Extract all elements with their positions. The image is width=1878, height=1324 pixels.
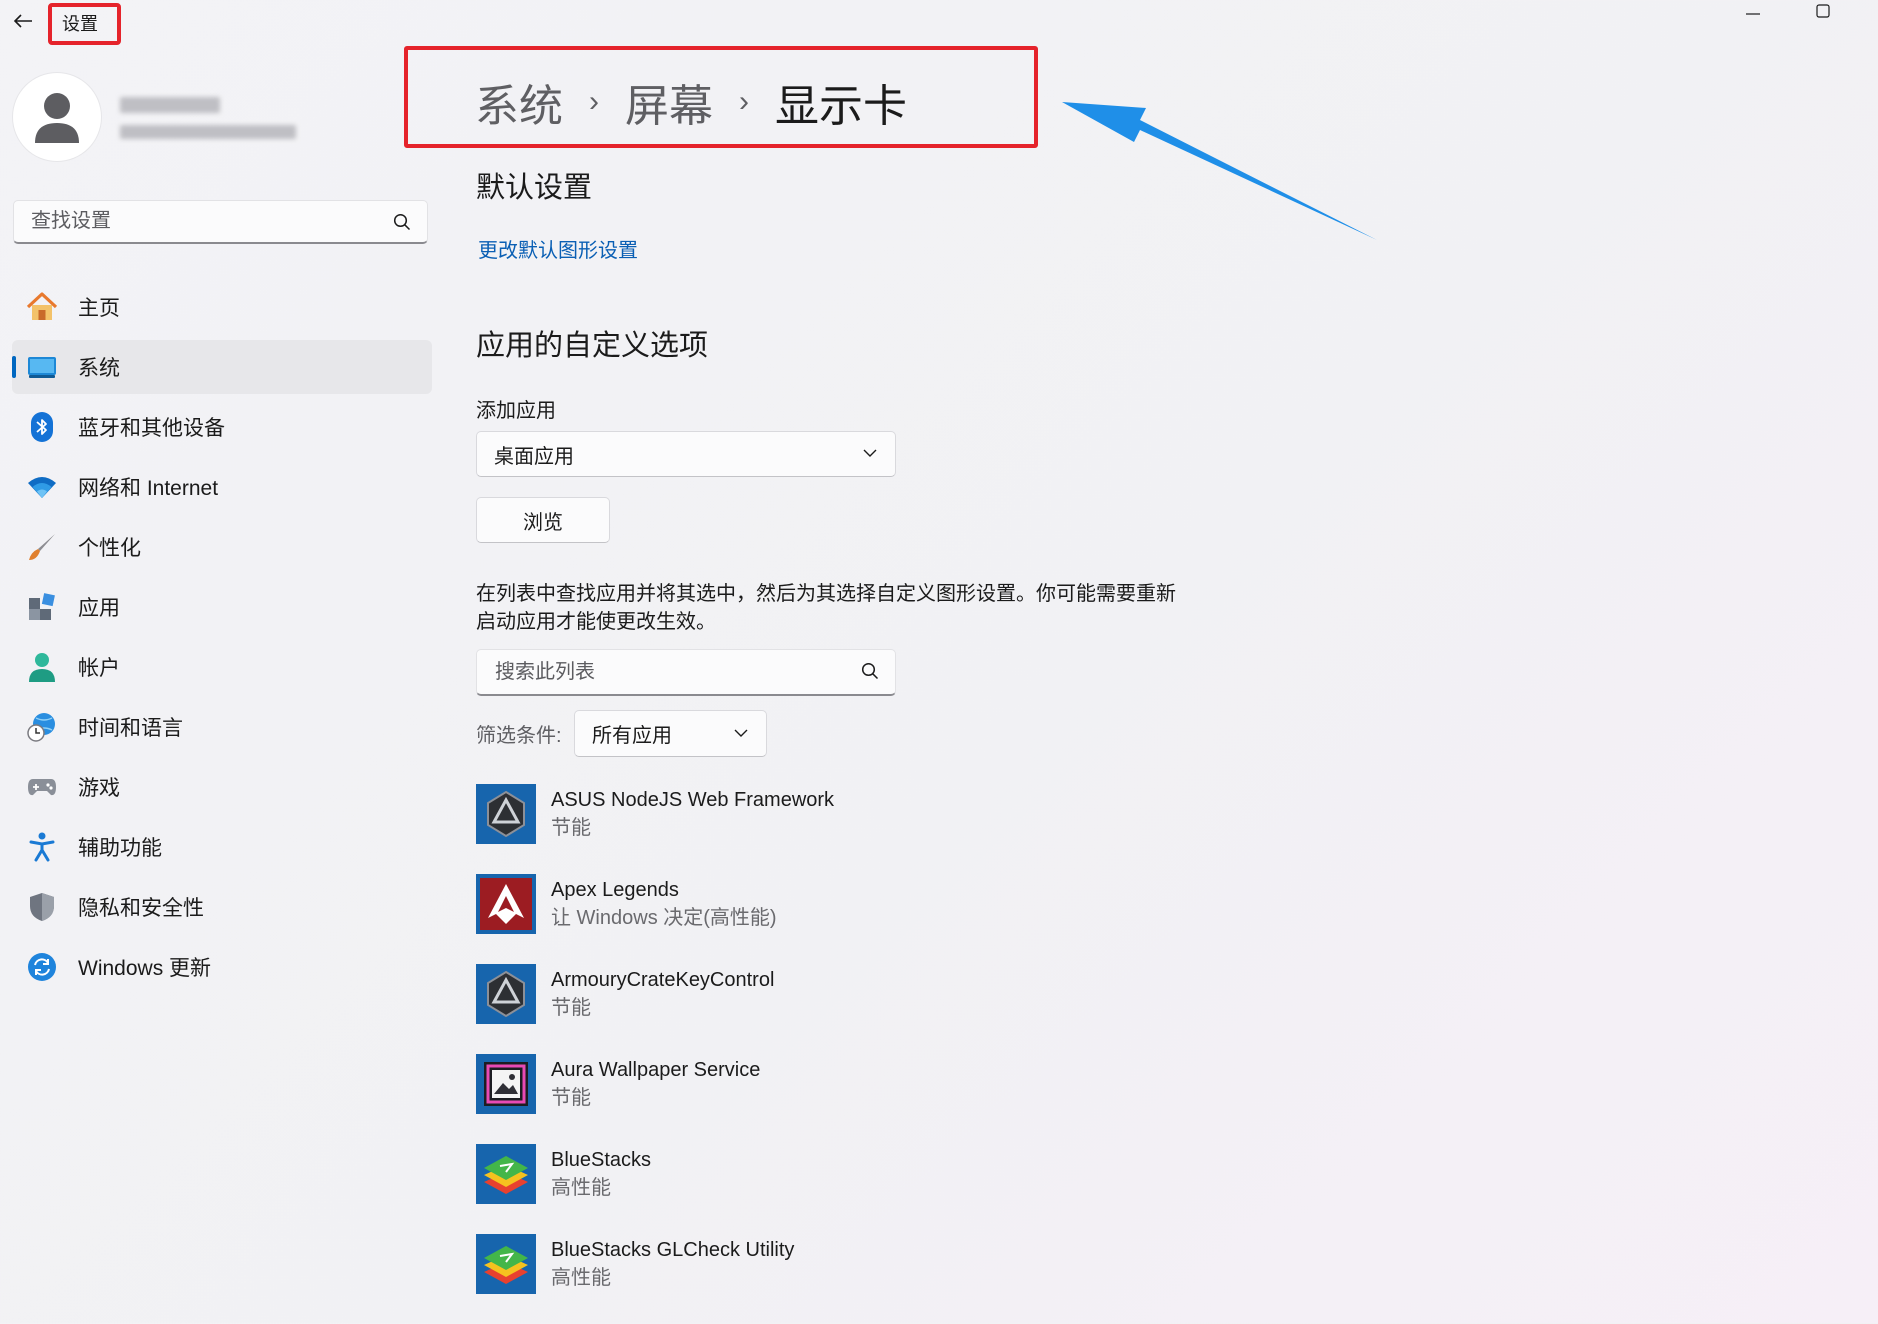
account-icon <box>26 651 58 683</box>
app-item-bluestacks[interactable]: BlueStacks 高性能 <box>476 1144 834 1204</box>
home-icon <box>26 291 58 323</box>
shield-icon <box>26 891 58 923</box>
minimize-button[interactable] <box>1730 0 1776 22</box>
search-icon <box>393 213 411 231</box>
sidebar-item-system[interactable]: 系统 <box>12 340 432 394</box>
app-graphics-preference: 高性能 <box>551 1267 611 1289</box>
sidebar-item-label: 时间和语言 <box>78 717 183 740</box>
app-list-search-input[interactable] <box>493 659 895 685</box>
settings-search-input[interactable] <box>29 209 427 234</box>
app-graphics-preference: 让 Windows 决定(高性能) <box>551 907 777 929</box>
app-graphics-preference: 高性能 <box>551 1177 611 1199</box>
time-language-icon <box>26 711 58 743</box>
app-item-aura-wallpaper[interactable]: Aura Wallpaper Service 节能 <box>476 1054 834 1114</box>
asus-armoury-icon <box>476 964 536 1024</box>
search-icon <box>861 662 879 680</box>
windows-update-icon <box>26 951 58 983</box>
sidebar-item-time-language[interactable]: 时间和语言 <box>12 700 432 754</box>
app-name: Apex Legends <box>551 879 679 901</box>
breadcrumb: 系统 › 屏幕 › 显示卡 <box>475 70 907 134</box>
browse-button[interactable]: 浏览 <box>476 497 610 543</box>
chevron-down-icon <box>734 729 748 737</box>
sidebar-item-label: 个性化 <box>78 537 141 560</box>
sidebar-item-gaming[interactable]: 游戏 <box>12 760 432 814</box>
sidebar-item-label: 帐户 <box>78 657 120 680</box>
filter-label: 筛选条件: <box>476 725 562 747</box>
app-name: Aura Wallpaper Service <box>551 1059 761 1081</box>
app-item-asus-nodejs[interactable]: ASUS NodeJS Web Framework 节能 <box>476 784 834 844</box>
sidebar-item-label: 隐私和安全性 <box>78 897 204 920</box>
sidebar-item-label: 系统 <box>78 357 120 380</box>
sidebar-item-home[interactable]: 主页 <box>12 280 432 334</box>
back-arrow-icon <box>13 14 32 28</box>
breadcrumb-separator-icon: › <box>589 85 599 118</box>
bluetooth-icon <box>26 411 58 443</box>
avatar[interactable] <box>13 73 101 161</box>
app-item-armourycrate-keycontrol[interactable]: ArmouryCrateKeyControl 节能 <box>476 964 834 1024</box>
person-icon <box>35 93 79 143</box>
app-type-selected-value: 桌面应用 <box>494 445 574 468</box>
filter-dropdown[interactable]: 所有应用 <box>574 710 767 757</box>
breadcrumb-separator-icon: › <box>739 85 749 118</box>
chevron-down-icon <box>863 449 877 457</box>
maximize-icon <box>1816 4 1830 18</box>
app-name: ArmouryCrateKeyControl <box>551 969 775 991</box>
page-title: 显示卡 <box>775 82 907 131</box>
app-name: BlueStacks <box>551 1149 652 1171</box>
wifi-icon <box>26 471 58 503</box>
filter-selected-value: 所有应用 <box>592 725 672 747</box>
bluestacks-icon <box>476 1234 536 1294</box>
settings-search-box[interactable] <box>13 200 428 244</box>
sidebar-item-label: 游戏 <box>78 777 120 800</box>
aura-wallpaper-icon <box>476 1054 536 1114</box>
sidebar-item-apps[interactable]: 应用 <box>12 580 432 634</box>
apps-icon <box>26 591 58 623</box>
sidebar-item-bluetooth[interactable]: 蓝牙和其他设备 <box>12 400 432 454</box>
sidebar-item-accessibility[interactable]: 辅助功能 <box>12 820 432 874</box>
sidebar-item-privacy[interactable]: 隐私和安全性 <box>12 880 432 934</box>
app-name: BlueStacks GLCheck Utility <box>551 1239 795 1261</box>
sidebar-item-label: 应用 <box>78 597 120 620</box>
system-display-icon <box>26 351 58 383</box>
sidebar-item-personalization[interactable]: 个性化 <box>12 520 432 574</box>
back-button[interactable] <box>10 6 36 36</box>
apex-legends-icon <box>476 874 536 934</box>
app-name: ASUS NodeJS Web Framework <box>551 789 835 811</box>
asus-armoury-icon <box>476 784 536 844</box>
bluestacks-icon <box>476 1144 536 1204</box>
app-type-dropdown[interactable]: 桌面应用 <box>476 431 896 477</box>
sidebar-item-label: 主页 <box>78 297 120 320</box>
sidebar-item-label: 辅助功能 <box>78 837 162 860</box>
default-settings-heading: 默认设置 <box>476 172 593 204</box>
app-graphics-preference: 节能 <box>551 1087 591 1109</box>
brush-icon <box>26 531 58 563</box>
gamepad-icon <box>26 771 58 803</box>
app-list: ASUS NodeJS Web Framework 节能 Apex Legend… <box>476 784 834 1324</box>
sidebar-nav: 主页 系统 蓝牙和其他设备 网络和 Internet 个性化 应用 帐户 时间和… <box>12 280 432 1000</box>
sidebar-item-windows-update[interactable]: Windows 更新 <box>12 940 432 994</box>
custom-options-heading: 应用的自定义选项 <box>476 330 709 362</box>
sidebar-item-label: Windows 更新 <box>78 957 212 980</box>
breadcrumb-system[interactable]: 系统 <box>475 70 563 134</box>
minimize-icon <box>1746 13 1760 15</box>
sidebar-item-label: 蓝牙和其他设备 <box>78 417 225 440</box>
title-highlight-box <box>48 3 121 45</box>
annotation-arrow-icon <box>1062 102 1377 240</box>
sidebar-item-accounts[interactable]: 帐户 <box>12 640 432 694</box>
profile-name-redacted <box>120 97 296 139</box>
app-item-apex-legends[interactable]: Apex Legends 让 Windows 决定(高性能) <box>476 874 834 934</box>
add-app-label: 添加应用 <box>476 400 556 422</box>
maximize-button[interactable] <box>1800 0 1846 22</box>
breadcrumb-display[interactable]: 屏幕 <box>625 70 713 134</box>
app-graphics-preference: 节能 <box>551 817 591 839</box>
accessibility-icon <box>26 831 58 863</box>
sidebar-item-network[interactable]: 网络和 Internet <box>12 460 432 514</box>
app-item-bluestacks-glcheck[interactable]: BlueStacks GLCheck Utility 高性能 <box>476 1234 834 1294</box>
app-list-search-box[interactable] <box>476 649 896 696</box>
sidebar-item-label: 网络和 Internet <box>78 477 219 500</box>
change-default-graphics-link[interactable]: 更改默认图形设置 <box>478 234 638 263</box>
app-graphics-preference: 节能 <box>551 997 591 1019</box>
custom-options-description: 在列表中查找应用并将其选中，然后为其选择自定义图形设置。你可能需要重新启动应用才… <box>476 583 1176 633</box>
